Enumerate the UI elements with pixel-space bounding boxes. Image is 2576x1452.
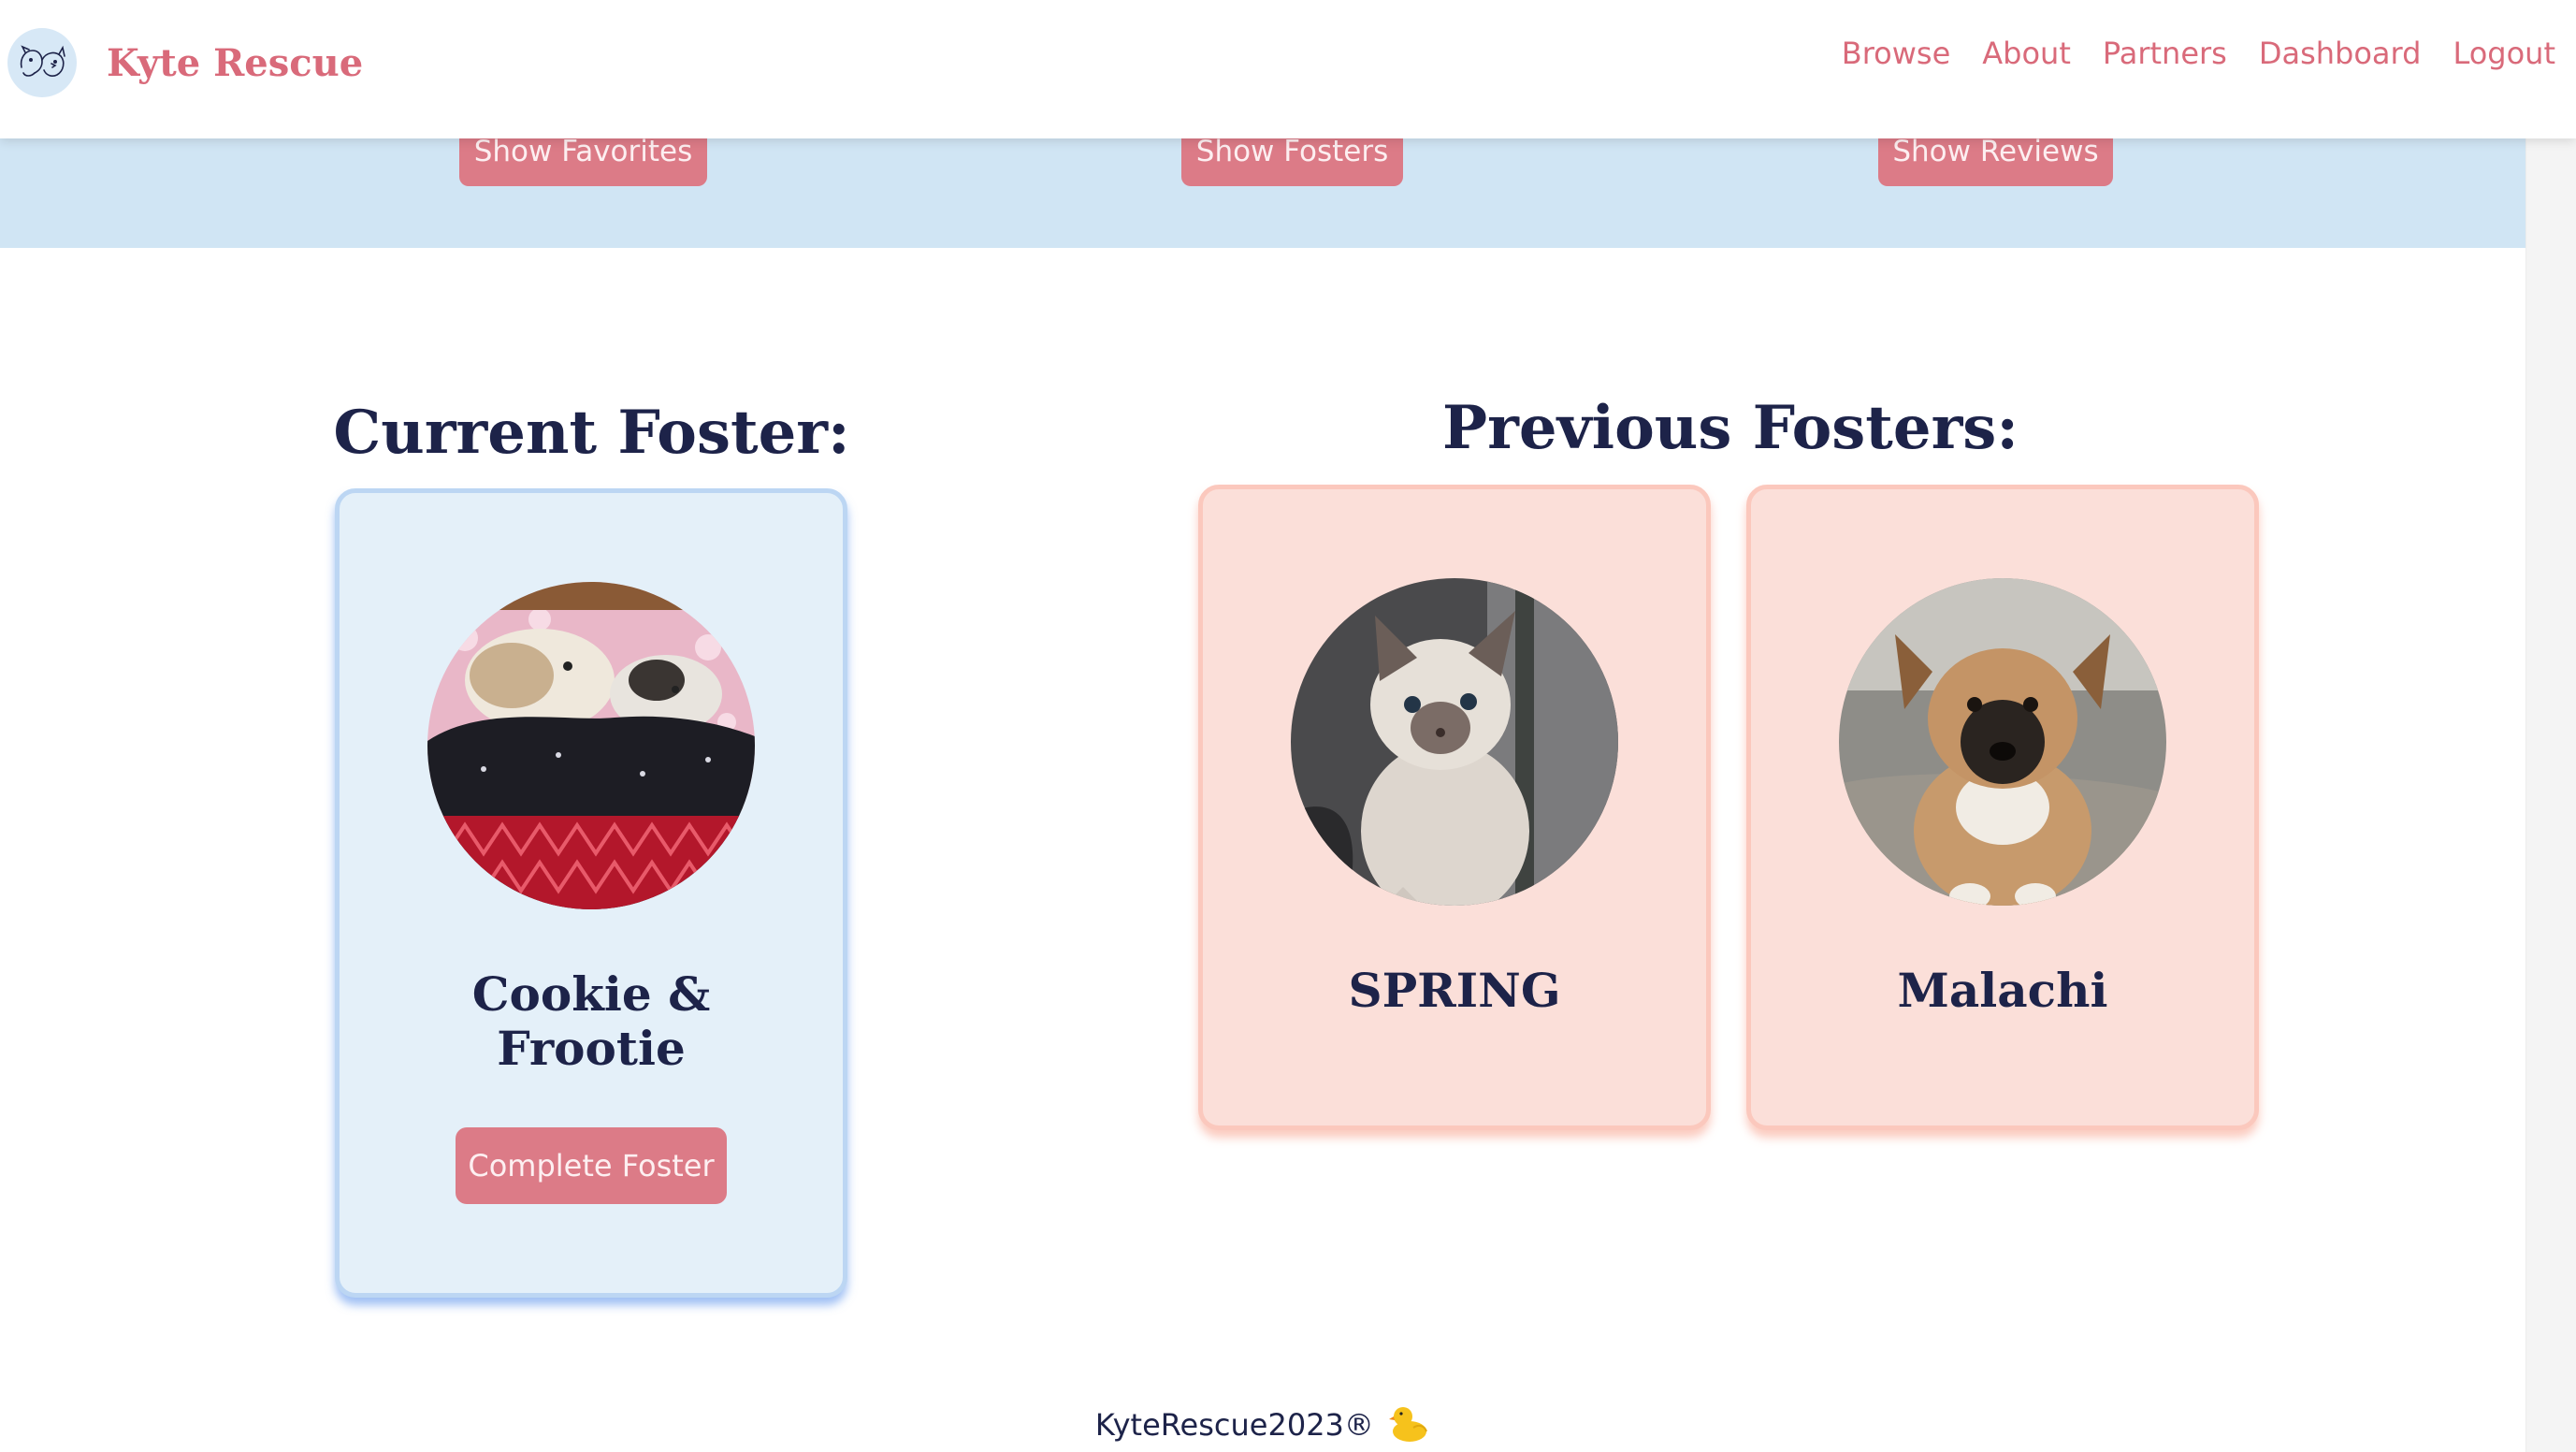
nav-link-dashboard[interactable]: Dashboard: [2259, 36, 2422, 71]
current-foster-card: Cookie & Frootie Complete Foster: [335, 488, 847, 1298]
pet-photo: [1291, 578, 1618, 906]
previous-pet-name: SPRING: [1348, 963, 1561, 1018]
current-pet-name: Cookie & Frootie: [471, 966, 711, 1076]
duck-icon: [1389, 1403, 1430, 1450]
nav-links: Browse About Partners Dashboard Logout: [1842, 36, 2555, 71]
pet-photo: [1839, 578, 2166, 906]
brand-name[interactable]: Kyte Rescue: [107, 41, 363, 85]
scrollbar[interactable]: [2525, 0, 2576, 1452]
previous-fosters-heading: Previous Fosters:: [1442, 393, 2019, 463]
previous-foster-card[interactable]: Malachi: [1746, 485, 2259, 1130]
nav-link-partners[interactable]: Partners: [2103, 36, 2227, 71]
nav-link-logout[interactable]: Logout: [2453, 36, 2555, 71]
nav-link-about[interactable]: About: [1982, 36, 2071, 71]
brand[interactable]: Kyte Rescue: [7, 28, 363, 97]
page: Show Favorites Show Fosters Show Reviews…: [0, 0, 2576, 1452]
nav-link-browse[interactable]: Browse: [1842, 36, 1951, 71]
navbar: Kyte Rescue Browse About Partners Dashbo…: [0, 0, 2576, 138]
current-foster-heading: Current Foster:: [333, 398, 850, 468]
complete-foster-button[interactable]: Complete Foster: [456, 1127, 727, 1204]
dog-cat-logo-icon[interactable]: [7, 28, 77, 97]
footer-text: KyteRescue2023®: [1094, 1407, 1374, 1443]
previous-foster-card[interactable]: SPRING: [1198, 485, 1711, 1130]
previous-pet-name: Malachi: [1897, 963, 2108, 1018]
pet-photo: [427, 582, 755, 909]
footer: KyteRescue2023®: [0, 1403, 2525, 1450]
